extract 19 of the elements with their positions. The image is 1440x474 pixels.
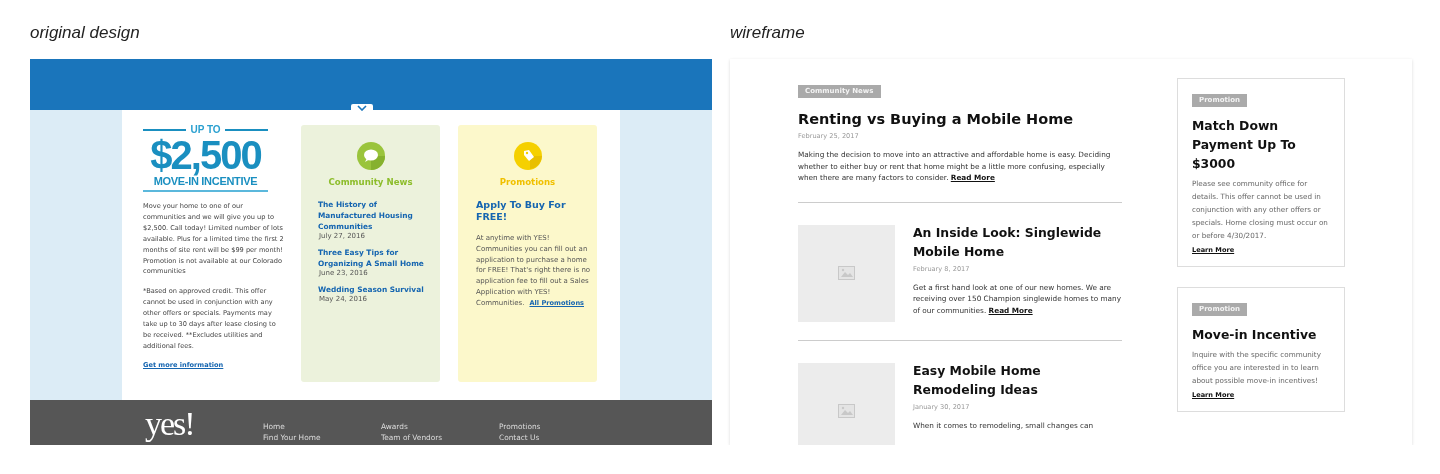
speech-bubble-icon [356,142,385,170]
caption-text: MOVE-IN INCENTIVE [153,175,258,188]
eyebrow-text: UP TO [190,125,221,135]
tag-icon [513,142,542,170]
article-title: Renting vs Buying a Mobile Home [798,110,1075,128]
promo-heading: Apply To Buy For FREE! [476,199,567,223]
image-icon [838,266,855,280]
card-title: Promotions [499,177,556,187]
caption-label: wireframe [730,22,805,44]
caption-label: original design [30,22,140,44]
image-icon [838,404,855,418]
chevron-tab[interactable] [351,104,373,113]
logo-text: yes! [145,407,195,441]
card-title: Community News [328,177,413,187]
promotion-title: Match Down Payment Up To $3000 [1192,117,1297,173]
promotion-title: Move-in Incentive [1192,326,1317,344]
article-title: Easy Mobile Home Remodeling Ideas [913,361,1042,399]
article-title: An Inside Look: Singlewide Mobile Home [913,223,1103,261]
chevron-down-icon [357,105,367,111]
